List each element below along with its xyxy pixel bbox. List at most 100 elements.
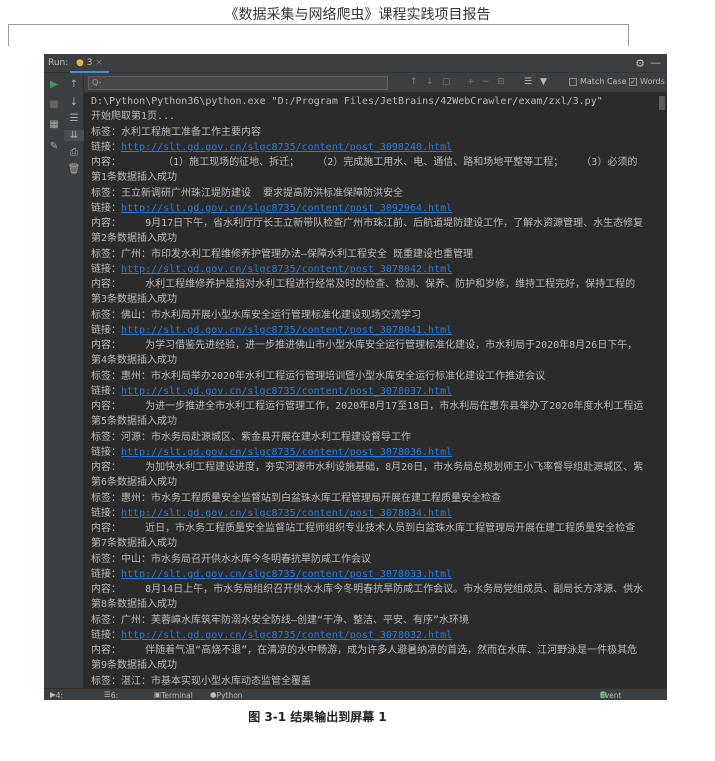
run-icon[interactable]: ▶ xyxy=(44,79,64,90)
link-line: 链接：http://slt.gd.gov.cn/slgc8735/content… xyxy=(91,384,657,399)
link-line: 链接：http://slt.gd.gov.cn/slgc8735/content… xyxy=(91,506,657,521)
insert-success-line: 第9条数据插入成功 xyxy=(91,660,178,672)
minimize-icon[interactable]: — xyxy=(650,56,661,69)
status-bar: ▶ 4: Run ☰ 6: TODO ▣ Terminal ● Python C… xyxy=(44,688,667,700)
record-link[interactable]: http://slt.gd.gov.cn/slgc8735/content/po… xyxy=(121,264,452,275)
python-console-label: Python Console xyxy=(216,691,243,700)
content-line: 内容： 为进一步推进全市水利工程运行管理工作，2020年8月17至18日，市水利… xyxy=(91,401,644,412)
tag-line: 标签：湛江：市基本实现小型水库动态监管全覆盖 xyxy=(91,675,311,687)
link-label: 链接： xyxy=(91,202,121,214)
todo-tool-button[interactable]: ☰ 6: TODO xyxy=(104,690,118,700)
exclude-icon[interactable]: ⊟ xyxy=(497,77,505,87)
link-label: 链接： xyxy=(91,263,121,275)
insert-success-line: 第8条数据插入成功 xyxy=(91,599,178,611)
page-corner-left xyxy=(8,24,9,46)
trash-icon[interactable]: 🗑 xyxy=(64,164,84,175)
document-header: 《数据采集与网络爬虫》课程实践项目报告 xyxy=(224,7,491,23)
content-line: 内容： 为学习借鉴先进经验，进一步推进佛山市小型水库安全运行管理标准化建设，市水… xyxy=(91,340,638,351)
filter-lines-icon[interactable]: ☰ xyxy=(524,77,532,87)
run-label: Run: xyxy=(48,58,69,68)
record-link[interactable]: http://slt.gd.gov.cn/slgc8735/content/po… xyxy=(121,569,452,580)
remove-occurrence-icon[interactable]: − xyxy=(482,77,490,87)
scrollbar[interactable] xyxy=(659,96,665,110)
tag-line: 标签：惠州：市水利局举办2020年水利工程运行管理培训暨小型水库安全运行标准化建… xyxy=(91,370,546,382)
scroll-to-end-icon[interactable]: ⇊ xyxy=(64,130,84,141)
match-case-checkbox[interactable]: Match Case xyxy=(569,77,627,86)
python-console-button[interactable]: ● Python Console xyxy=(210,690,243,700)
run-toolbar-left: ▶ ■ ▦ ✎ xyxy=(44,73,64,688)
content-line: 内容： 9月17日下午，省水利厅厅长王立新带队检查广州市珠江前、后航道堤防建设工… xyxy=(91,218,644,229)
run-tabbar: Run: ● 3 × ⚙ — xyxy=(44,54,667,73)
link-line: 链接：http://slt.gd.gov.cn/slgc8735/content… xyxy=(91,201,657,216)
insert-success-line: 第5条数据插入成功 xyxy=(91,416,178,428)
todo-tool-label: 6: TODO xyxy=(110,691,119,700)
arrow-down-icon[interactable]: ↓ xyxy=(64,97,84,108)
prev-occurrence-icon[interactable]: ↑ xyxy=(410,77,418,87)
tag-line: 标签：惠州：市水务工程质量安全监督站到白盆珠水库工程管理局开展在建工程质量安全检… xyxy=(91,492,501,504)
close-icon[interactable]: × xyxy=(95,58,103,68)
page-corner-right xyxy=(628,24,629,46)
link-line: 链接：http://slt.gd.gov.cn/slgc8735/content… xyxy=(91,628,657,643)
content-line: 内容： 为加快水利工程建设进度，夯实河源市水利设施基础，8月20日，市水务局总规… xyxy=(91,462,644,473)
record-link[interactable]: http://slt.gd.gov.cn/slgc8735/content/po… xyxy=(121,386,452,397)
words-checkbox[interactable]: ✓ Words xyxy=(629,77,665,86)
record-link[interactable]: http://slt.gd.gov.cn/slgc8735/content/po… xyxy=(121,508,452,519)
search-input[interactable]: Q- xyxy=(88,76,388,90)
console-output: D:\Python\Python36\python.exe "D:/Progra… xyxy=(91,94,657,688)
content-line: 内容： 近日，市水务工程质量安全监督站工程师组织专业技术人员到白盆珠水库工程管理… xyxy=(91,523,636,534)
stop-icon[interactable]: ■ xyxy=(44,99,64,110)
link-line: 链接：http://slt.gd.gov.cn/slgc8735/content… xyxy=(91,262,657,277)
arrow-up-icon[interactable]: ↑ xyxy=(64,79,84,90)
match-case-label: Match Case xyxy=(580,77,627,86)
link-line: 链接：http://slt.gd.gov.cn/slgc8735/content… xyxy=(91,445,657,460)
filter-icon[interactable]: ▼ xyxy=(540,77,547,87)
content-line: 内容： 水利工程维修养护是指对水利工程进行经常及时的检查、检测、保养、防护和岁修… xyxy=(91,279,636,290)
link-label: 链接： xyxy=(91,141,121,153)
link-line: 链接：http://slt.gd.gov.cn/slgc8735/content… xyxy=(91,140,657,155)
soft-wrap-icon[interactable]: ☰ xyxy=(64,113,84,124)
tag-line: 标签：水利工程施工准备工作主要内容 xyxy=(91,126,261,138)
tag-line: 标签：广州：市印发水利工程维修养护管理办法—保障水利工程安全 既重建设也重管理 xyxy=(91,248,474,260)
link-label: 链接： xyxy=(91,507,121,519)
command-line: D:\Python\Python36\python.exe "D:/Progra… xyxy=(91,96,603,107)
tag-line: 标签：王立新调研广州珠江堤防建设 要求提高防洪标准保障防洪安全 xyxy=(91,187,404,199)
run-tool-label: 4: Run xyxy=(55,691,64,700)
record-link[interactable]: http://slt.gd.gov.cn/slgc8735/content/po… xyxy=(121,630,452,641)
search-bar: Q- ↑ ↓ ▢ + − ⊟ ☰ ▼ Match Case ✓Words » × xyxy=(84,73,667,93)
gear-icon[interactable]: ⚙ xyxy=(635,57,645,70)
terminal-tool-button[interactable]: ▣ Terminal xyxy=(154,690,193,700)
start-line: 开始爬取第1页... xyxy=(91,111,176,123)
tag-line: 标签：广州：芙蓉嶂水库筑牢防溺水安全防线—创建“干净、整洁、平安、有序”水环境 xyxy=(91,614,470,626)
header-rule xyxy=(8,24,628,25)
next-occurrence-icon[interactable]: ↓ xyxy=(426,77,434,87)
select-all-icon[interactable]: ▢ xyxy=(442,77,451,87)
insert-success-line: 第7条数据插入成功 xyxy=(91,538,178,550)
pin-icon[interactable]: ✎ xyxy=(44,141,64,152)
tab-3[interactable]: ● 3 × xyxy=(70,54,109,73)
insert-success-line: 第4条数据插入成功 xyxy=(91,355,178,367)
add-occurrence-icon[interactable]: + xyxy=(467,77,475,87)
figure-caption: 图 3-1 结果输出到屏幕 1 xyxy=(248,710,387,724)
run-tool-button[interactable]: ▶ 4: Run xyxy=(50,690,63,700)
insert-success-line: 第3条数据插入成功 xyxy=(91,294,178,306)
insert-success-line: 第1条数据插入成功 xyxy=(91,172,178,184)
terminal-tool-label: Terminal xyxy=(161,691,193,700)
tag-line: 标签：河源：市水务局赴源城区、紫金县开展在建水利工程建设督导工作 xyxy=(91,431,411,443)
link-label: 链接： xyxy=(91,446,121,458)
record-link[interactable]: http://slt.gd.gov.cn/slgc8735/content/po… xyxy=(121,447,452,458)
run-toolbar-right: ↑ ↓ ☰ ⇊ ⎙ 🗑 xyxy=(64,73,84,688)
event-log-label: Event Log xyxy=(600,691,622,700)
words-label: Words xyxy=(640,77,665,86)
content-line: 内容： 伴随着气温“高烧不退”，在清凉的水中畅游，成为许多人避暑纳凉的首选，然而… xyxy=(91,645,638,656)
layout-icon[interactable]: ▦ xyxy=(44,119,64,130)
record-link[interactable]: http://slt.gd.gov.cn/slgc8735/content/po… xyxy=(121,142,452,153)
link-label: 链接： xyxy=(91,629,121,641)
print-icon[interactable]: ⎙ xyxy=(64,147,84,158)
tag-line: 标签：佛山：市水利局开展小型水库安全运行管理标准化建设现场交流学习 xyxy=(91,309,421,321)
link-line: 链接：http://slt.gd.gov.cn/slgc8735/content… xyxy=(91,323,657,338)
record-link[interactable]: http://slt.gd.gov.cn/slgc8735/content/po… xyxy=(121,203,452,214)
link-line: 链接：http://slt.gd.gov.cn/slgc8735/content… xyxy=(91,567,657,582)
record-link[interactable]: http://slt.gd.gov.cn/slgc8735/content/po… xyxy=(121,325,452,336)
insert-success-line: 第6条数据插入成功 xyxy=(91,477,178,489)
content-line: 内容： 8月14日上午，市水务局组织召开供水水库今冬明春抗旱防咸工作会议。市水务… xyxy=(91,584,644,595)
